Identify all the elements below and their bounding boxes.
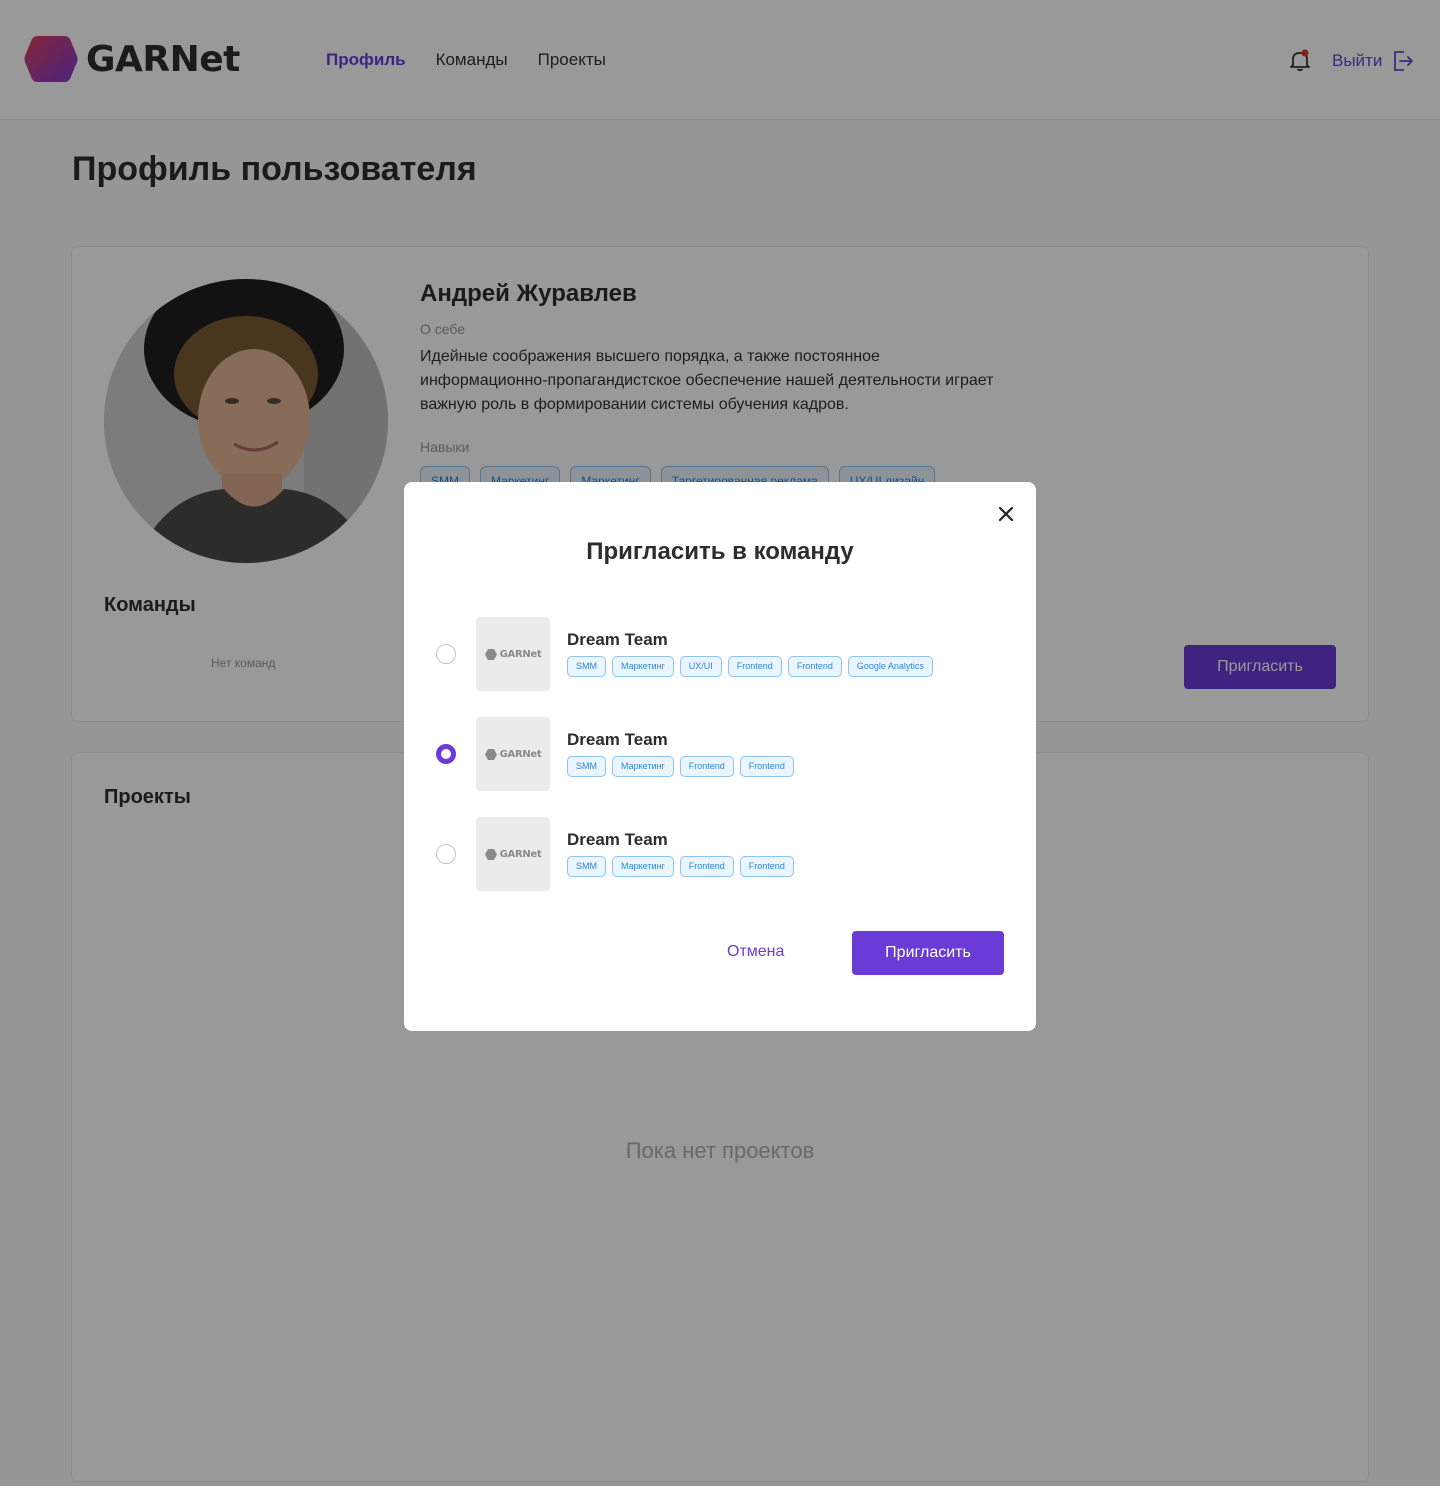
team-name: Dream Team [567, 730, 668, 749]
team-tag: Frontend [679, 756, 734, 777]
confirm-invite-button[interactable]: Пригласить [852, 931, 1004, 975]
team-radio[interactable] [436, 644, 456, 664]
team-tag: Frontend [727, 656, 782, 677]
team-tag: Frontend [679, 856, 734, 877]
team-tag: Маркетинг [612, 656, 674, 677]
team-tag: UX/UI [679, 656, 722, 677]
thumb-label: GARNet [499, 848, 542, 860]
thumb-label: GARNet [499, 648, 542, 660]
dialog-title: Пригласить в команду [586, 538, 854, 565]
cancel-button[interactable]: Отмена [727, 943, 784, 961]
team-option[interactable]: GARNet Dream Team SMM Маркетинг Frontend… [436, 717, 1016, 791]
invite-to-team-dialog: Пригласить в команду GARNet Dream Team S… [404, 482, 1036, 1031]
team-radio[interactable] [436, 844, 456, 864]
team-tag: Frontend [739, 756, 794, 777]
thumb-label: GARNet [499, 748, 542, 760]
close-icon[interactable] [996, 504, 1016, 524]
team-tags: SMM Маркетинг UX/UI Frontend Frontend Go… [567, 656, 933, 677]
team-name: Dream Team [567, 830, 668, 849]
team-tag: SMM [567, 856, 606, 877]
team-tag: Frontend [787, 656, 842, 677]
team-option[interactable]: GARNet Dream Team SMM Маркетинг UX/UI Fr… [436, 617, 1016, 691]
team-option[interactable]: GARNet Dream Team SMM Маркетинг Frontend… [436, 817, 1016, 891]
team-thumbnail: GARNet [476, 717, 550, 791]
team-tag: Маркетинг [612, 756, 674, 777]
team-tag: Маркетинг [612, 856, 674, 877]
team-tag: SMM [567, 756, 606, 777]
team-name: Dream Team [567, 630, 668, 649]
team-thumbnail: GARNet [476, 617, 550, 691]
team-tag: Google Analytics [847, 656, 933, 677]
team-thumbnail: GARNet [476, 817, 550, 891]
team-tag: SMM [567, 656, 606, 677]
team-tags: SMM Маркетинг Frontend Frontend [567, 856, 794, 877]
logo-hexagon-icon [484, 748, 497, 760]
team-tag: Frontend [739, 856, 794, 877]
team-radio-selected[interactable] [436, 744, 456, 764]
logo-hexagon-icon [484, 848, 497, 860]
logo-hexagon-icon [484, 648, 497, 660]
team-tags: SMM Маркетинг Frontend Frontend [567, 756, 794, 777]
